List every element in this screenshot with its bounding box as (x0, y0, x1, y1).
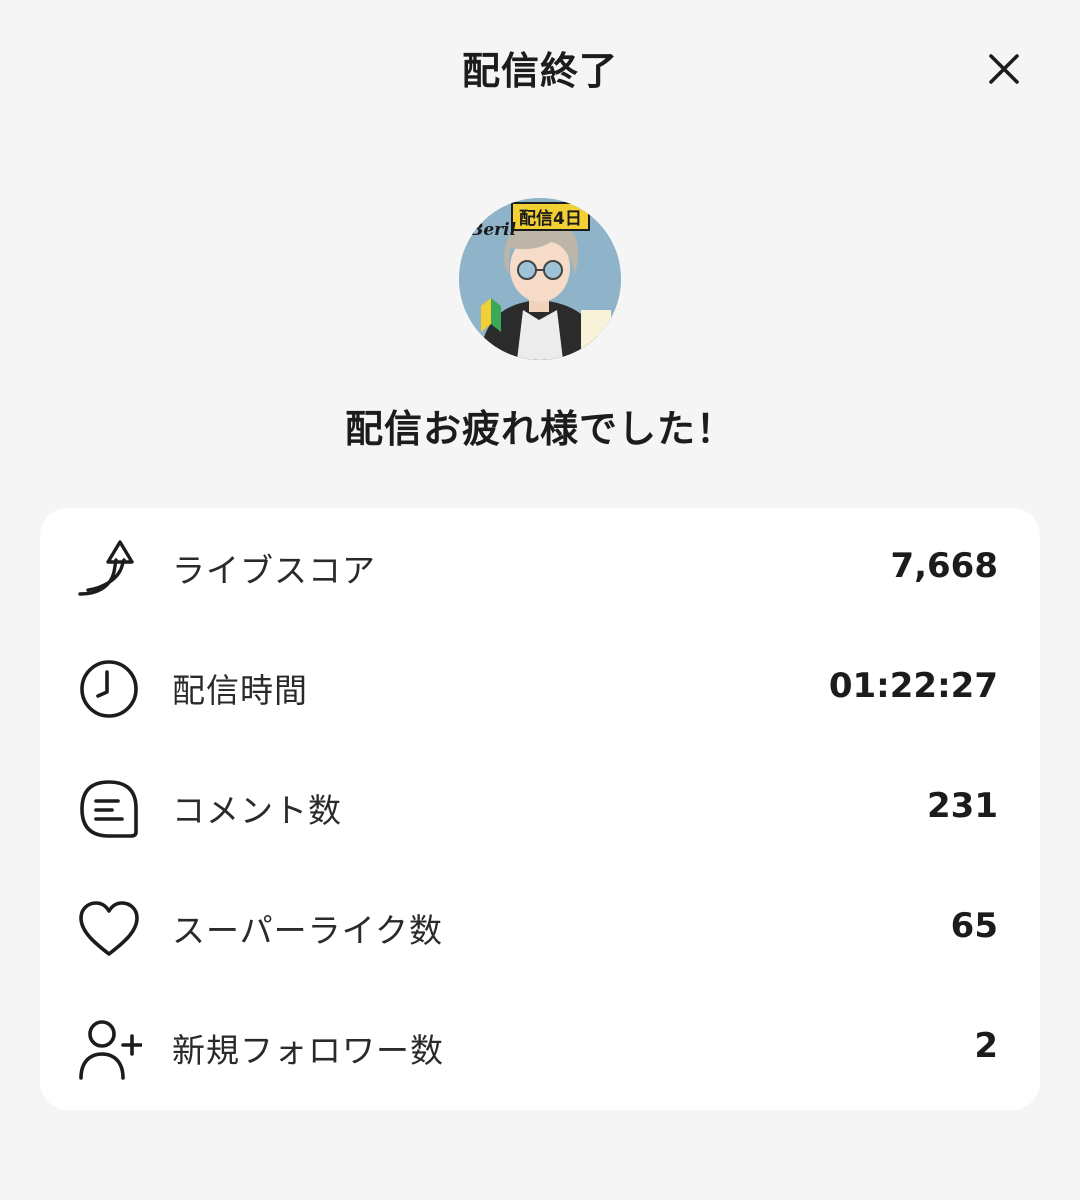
stats-card: ライブスコア 7,668 配信時間 01:22:27 コメント数 231 スーパ… (40, 508, 1040, 1110)
stat-value: 01:22:27 (828, 666, 998, 706)
stat-label: ライブスコア (172, 551, 376, 590)
stat-value: 2 (974, 1026, 998, 1066)
stat-label: 配信時間 (172, 671, 308, 710)
header: 配信終了 (0, 0, 1080, 140)
stat-row-new-followers: 新規フォロワー数 2 (40, 988, 1040, 1108)
add-user-icon (76, 1016, 142, 1082)
stat-row-stream-time: 配信時間 01:22:27 (40, 628, 1040, 748)
stat-row-comments: コメント数 231 (40, 748, 1040, 868)
stat-row-super-likes: スーパーライク数 65 (40, 868, 1040, 988)
avatar-name: Beril (469, 220, 517, 240)
stat-value: 7,668 (890, 546, 998, 586)
close-button[interactable] (975, 40, 1033, 98)
stat-label: 新規フォロワー数 (172, 1031, 444, 1070)
stat-value: 65 (950, 906, 998, 946)
stat-label: スーパーライク数 (172, 911, 444, 950)
stat-row-live-score: ライブスコア 7,668 (40, 508, 1040, 628)
avatar: 配信4日 Beril (459, 198, 621, 360)
clock-icon (76, 656, 142, 722)
stat-label: コメント数 (172, 791, 342, 830)
heart-icon (76, 896, 142, 962)
avatar-banner: 配信4日 (511, 202, 590, 231)
stat-value: 231 (927, 786, 998, 826)
close-icon (989, 54, 1019, 84)
trending-up-arrow-icon (76, 536, 142, 602)
completion-message: 配信お疲れ様でした！ (344, 407, 735, 451)
comment-icon (76, 776, 142, 842)
page-title: 配信終了 (461, 49, 618, 93)
